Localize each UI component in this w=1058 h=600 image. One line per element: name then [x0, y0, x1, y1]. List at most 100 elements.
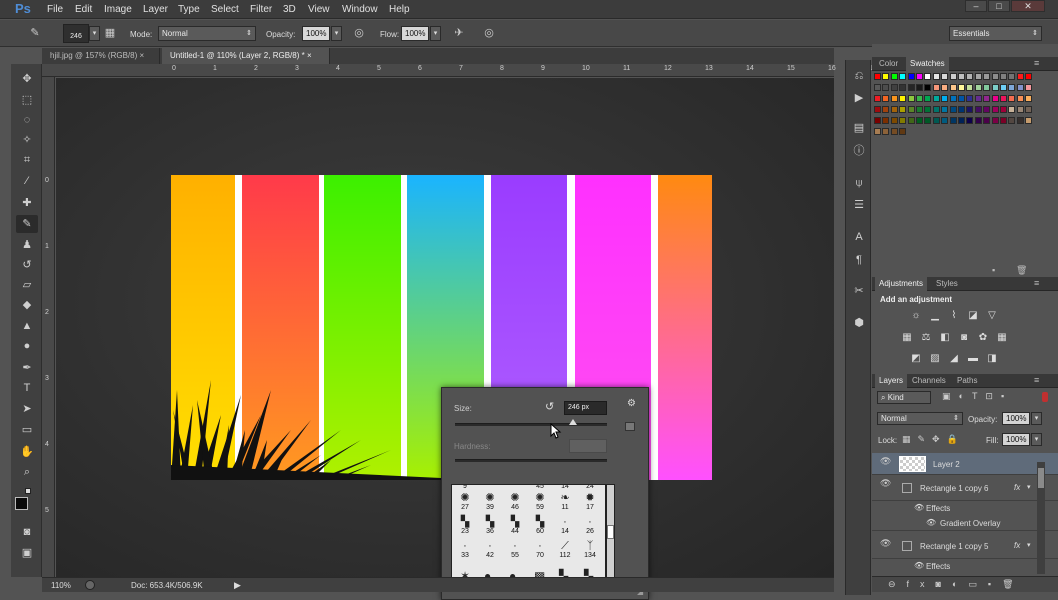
brush-preset[interactable]: · 70: [527, 541, 553, 560]
panel-menu-icon[interactable]: ≡: [1034, 278, 1039, 288]
color-swatch[interactable]: [1008, 106, 1016, 113]
color-swatch[interactable]: [924, 73, 932, 80]
brush-size-preview[interactable]: 246: [63, 24, 89, 43]
layer-row-layer-2[interactable]: 👁 Layer 2: [872, 453, 1058, 475]
minimize-button[interactable]: –: [965, 0, 987, 12]
brush-tool-icon[interactable]: ✎: [16, 215, 38, 233]
quick-mask-icon[interactable]: ◙: [16, 523, 38, 541]
layer-effects-fx-icon[interactable]: fx: [1014, 541, 1020, 550]
healing-brush-tool-icon[interactable]: ✚: [16, 194, 38, 212]
color-swatch[interactable]: [874, 106, 881, 113]
effects-row[interactable]: 👁 Effects: [872, 559, 1058, 573]
color-swatch[interactable]: [932, 106, 940, 113]
close-window-button[interactable]: ✕: [1011, 0, 1045, 12]
brush-preset[interactable]: ✺ 39: [477, 493, 503, 512]
color-swatch[interactable]: [974, 106, 982, 113]
paragraph-panel-icon[interactable]: ¶: [850, 252, 868, 268]
hue-saturation-icon[interactable]: ▦: [900, 332, 914, 344]
color-swatch[interactable]: [882, 106, 890, 113]
color-swatch[interactable]: [966, 73, 974, 80]
threshold-icon[interactable]: ◢: [947, 353, 961, 365]
color-swatch[interactable]: [1008, 84, 1016, 91]
color-swatch[interactable]: [958, 73, 965, 80]
tab-hjil[interactable]: hjil.jpg @ 157% (RGB/8) ×: [42, 48, 160, 64]
color-swatch[interactable]: [958, 84, 965, 91]
eyedropper-tool-icon[interactable]: ⁄: [16, 172, 38, 190]
info-panel-icon[interactable]: ⓘ: [850, 143, 868, 159]
color-swatch[interactable]: [1000, 73, 1007, 80]
color-swatch[interactable]: [1025, 106, 1033, 113]
color-swatch[interactable]: [907, 106, 915, 113]
color-swatch[interactable]: [991, 84, 999, 91]
flow-dropdown[interactable]: ▾: [430, 26, 441, 41]
maximize-button[interactable]: □: [988, 0, 1010, 12]
color-swatch[interactable]: [949, 117, 957, 124]
posterize-icon[interactable]: ▨: [928, 353, 942, 365]
mode-select[interactable]: Normal ⇕: [158, 26, 256, 41]
color-balance-icon[interactable]: ⚖: [919, 332, 933, 344]
fill-input[interactable]: 100%: [1002, 433, 1030, 446]
reset-size-icon[interactable]: ↺: [545, 401, 558, 414]
status-info-icon[interactable]: [85, 580, 95, 590]
color-swatch[interactable]: [974, 84, 982, 91]
color-swatch[interactable]: [1025, 117, 1033, 124]
color-swatch[interactable]: [874, 128, 881, 135]
airbrush-icon[interactable]: ✈: [451, 25, 467, 41]
color-swatch[interactable]: [890, 117, 898, 124]
opacity-input[interactable]: 100%: [302, 26, 330, 41]
color-swatch[interactable]: [916, 73, 923, 80]
layer-opacity-dropdown[interactable]: ▾: [1031, 412, 1042, 425]
color-swatch[interactable]: [874, 95, 881, 102]
color-swatch[interactable]: [1000, 95, 1007, 102]
color-swatch[interactable]: [991, 95, 999, 102]
layer-filter-icons[interactable]: ▣◐T⊡▪: [942, 391, 1012, 402]
expand-effects-icon[interactable]: ▾: [1027, 541, 1031, 549]
color-swatch[interactable]: [932, 84, 940, 91]
brush-preset[interactable]: · 14: [552, 517, 578, 536]
color-swatch[interactable]: [966, 84, 974, 91]
size-slider-track[interactable]: [455, 423, 607, 426]
brush-panel-toggle-icon[interactable]: ▦: [102, 25, 118, 41]
menu-type[interactable]: Type: [178, 4, 200, 15]
brightness-contrast-icon[interactable]: ☼: [909, 310, 923, 322]
actions-panel-icon[interactable]: ▶: [850, 90, 868, 106]
color-swatch[interactable]: [941, 84, 949, 91]
brush-preset-list[interactable]: 9 45 14 24 ✺ 27 ✺ 39 ✺ 46 ✺ 59 ❧ 11 ✹ 17 ▚ 23 ▚…: [451, 484, 606, 588]
color-swatch[interactable]: [907, 117, 915, 124]
lasso-tool-icon[interactable]: ◌: [16, 111, 38, 129]
fill-dropdown[interactable]: ▾: [1031, 433, 1042, 446]
color-swatch[interactable]: [974, 117, 982, 124]
type-tool-icon[interactable]: T: [16, 379, 38, 397]
brush-preset[interactable]: 45: [527, 485, 553, 490]
color-swatch[interactable]: [1016, 95, 1024, 102]
visibility-eye-icon[interactable]: 👁: [880, 479, 891, 488]
opacity-dropdown[interactable]: ▾: [331, 26, 342, 41]
color-swatch[interactable]: [932, 95, 940, 102]
color-swatch[interactable]: [983, 84, 991, 91]
color-swatch[interactable]: [890, 84, 898, 91]
color-swatch[interactable]: [983, 117, 991, 124]
channel-mixer-icon[interactable]: ✿: [976, 332, 990, 344]
brush-preset[interactable]: · 26: [577, 517, 603, 536]
brush-preset[interactable]: ▚ 60: [527, 517, 553, 536]
color-swatch[interactable]: [874, 84, 881, 91]
color-swatch[interactable]: [916, 106, 923, 113]
panel-menu-icon[interactable]: ≡: [1034, 375, 1039, 385]
color-swatch[interactable]: [899, 128, 907, 135]
menu-file[interactable]: File: [47, 4, 63, 15]
color-swatch[interactable]: [941, 73, 949, 80]
move-tool-icon[interactable]: ✥: [16, 70, 38, 88]
visibility-eye-icon[interactable]: 👁: [880, 457, 891, 466]
exposure-icon[interactable]: ◪: [966, 310, 980, 322]
history-panel-icon[interactable]: ⎌: [850, 68, 868, 84]
menu-filter[interactable]: Filter: [250, 4, 272, 15]
brush-presets-icon[interactable]: ☰: [850, 197, 868, 213]
color-swatch[interactable]: [924, 117, 932, 124]
color-swatch[interactable]: [924, 95, 932, 102]
levels-icon[interactable]: ▁: [928, 310, 942, 322]
color-swatch[interactable]: [949, 106, 957, 113]
menu-view[interactable]: View: [308, 4, 330, 15]
brush-size-input[interactable]: 246 px: [564, 401, 607, 415]
visibility-eye-icon[interactable]: 👁: [880, 539, 891, 548]
zoom-tool-icon[interactable]: ⌕: [16, 463, 38, 481]
